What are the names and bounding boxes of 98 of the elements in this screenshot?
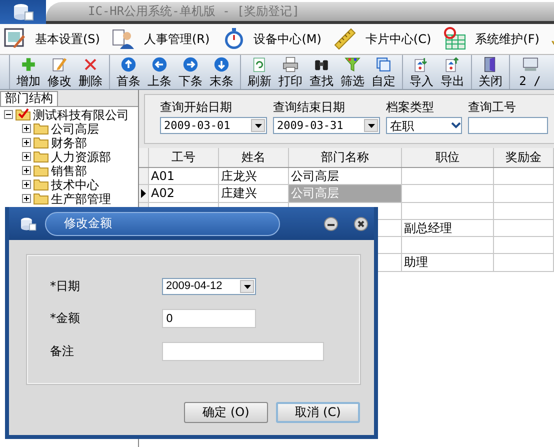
- field-label: *日期: [50, 278, 81, 295]
- table-cell: A01: [149, 168, 219, 184]
- tree-item[interactable]: 人力资源部: [51, 150, 111, 163]
- toolbar-button[interactable]: 导出: [437, 55, 468, 89]
- chevron-icon: [451, 122, 461, 130]
- arrow-right-icon: [182, 56, 199, 73]
- windows-icon: [375, 56, 392, 73]
- column-header: 职位: [402, 148, 494, 167]
- export-icon: [444, 56, 461, 73]
- toolbar-button[interactable]: 打印: [275, 55, 306, 89]
- dialog-title: 修改金额: [64, 216, 112, 231]
- menu-item[interactable]: 卡片中心(C): [333, 27, 438, 51]
- expand-icon[interactable]: [22, 124, 31, 134]
- tree-item[interactable]: 技术中心: [51, 178, 99, 191]
- database-icon: [12, 3, 34, 21]
- toolbar-button[interactable]: 查找: [306, 55, 337, 89]
- folder-icon: [33, 150, 49, 164]
- toolbar-button[interactable]: 首条: [113, 55, 144, 89]
- toolbar-button[interactable]: 删除: [75, 55, 106, 89]
- caret-icon: [244, 284, 250, 288]
- tree-item[interactable]: 生产部管理: [51, 192, 111, 205]
- column-header: 部门名称: [289, 148, 402, 167]
- input-field[interactable]: [162, 342, 324, 361]
- folder-icon: [33, 136, 49, 150]
- record-button[interactable]: 2 /: [513, 55, 547, 89]
- toolbar-button[interactable]: 下条: [175, 55, 206, 89]
- toolbar-button[interactable]: 刷新: [244, 55, 275, 89]
- date-field[interactable]: 2009-03-01: [160, 117, 267, 134]
- arrow-up-icon: [120, 56, 137, 73]
- toolbar-button[interactable]: 增加: [13, 55, 44, 89]
- person-icon: [112, 27, 136, 51]
- field-label: 查询结束日期: [273, 100, 346, 114]
- toolbar-button[interactable]: 修改: [44, 55, 75, 89]
- table-cell: A02: [149, 185, 219, 202]
- folder-icon: [33, 122, 49, 136]
- table-cell: 公司高层: [289, 168, 402, 184]
- caret-icon: [254, 124, 262, 128]
- toolbar-button[interactable]: 末条: [206, 55, 237, 89]
- toolbar-button[interactable]: 自定: [368, 55, 399, 89]
- minimize-icon[interactable]: [324, 216, 338, 230]
- tree-item[interactable]: 公司高层: [51, 122, 99, 135]
- sidebar-tab[interactable]: 部门结构: [0, 91, 58, 106]
- pencil-icon: [51, 56, 68, 73]
- search-field[interactable]: [468, 117, 548, 134]
- table-cell: 副总经理: [402, 220, 494, 236]
- window-title: IC-HR公用系统-单机版 - [奖励登记]: [88, 4, 300, 19]
- monitor-icon: [522, 56, 538, 73]
- menu-item[interactable]: 系统维护(F): [443, 27, 546, 51]
- column-header: 奖励金: [494, 148, 554, 167]
- table-icon: [443, 27, 468, 51]
- folder-icon: [33, 164, 49, 178]
- close-icon[interactable]: [354, 216, 368, 230]
- tree-item[interactable]: 测试科技有限公司: [33, 108, 129, 121]
- plus-icon: [20, 56, 37, 73]
- expand-icon[interactable]: [22, 166, 31, 176]
- row-indicator[interactable]: [139, 185, 149, 202]
- field-label: 查询工号: [468, 100, 517, 114]
- date-field[interactable]: 2009-03-31: [273, 117, 380, 134]
- row-pointer-icon: [141, 188, 146, 198]
- toolbar-button[interactable]: 关闭: [475, 55, 506, 89]
- arrow-left-icon: [151, 56, 168, 73]
- table-cell: 助理: [402, 254, 494, 271]
- field-label: 档案类型: [386, 100, 435, 114]
- column-header: 工号: [149, 148, 219, 167]
- import-icon: [413, 56, 430, 73]
- arrow-down-icon: [213, 56, 230, 73]
- column-header: 姓名: [219, 148, 289, 167]
- tree-item[interactable]: 销售部: [51, 164, 87, 177]
- window-icon: [3, 27, 27, 51]
- expand-icon[interactable]: [22, 138, 31, 148]
- refresh-icon: [251, 56, 268, 73]
- table-cell: 庄龙兴: [219, 168, 289, 184]
- menu-item[interactable]: 设备中心(M): [222, 27, 328, 51]
- menu-item[interactable]: 人事管理(R): [112, 27, 216, 51]
- input-field[interactable]: 0: [162, 309, 256, 328]
- field-label: *金额: [50, 310, 81, 328]
- date-field[interactable]: 2009-04-12: [162, 278, 256, 295]
- caret-icon: [368, 124, 374, 128]
- checked-folder-icon: [15, 108, 31, 122]
- ruler-icon: [333, 27, 358, 51]
- expand-icon[interactable]: [22, 152, 31, 162]
- menu-item[interactable]: 基本设置(S): [3, 27, 106, 51]
- collapse-icon[interactable]: [4, 110, 13, 120]
- table-cell: 公司高层: [289, 185, 402, 202]
- field-label: 备注: [50, 343, 75, 360]
- expand-icon[interactable]: [22, 194, 31, 204]
- expand-icon[interactable]: [22, 180, 31, 190]
- database-icon: [19, 216, 37, 230]
- funnel-icon: [344, 56, 361, 73]
- tree-item[interactable]: 财务部: [51, 136, 87, 149]
- toolbar-button[interactable]: 上条: [144, 55, 175, 89]
- select-field[interactable]: 在职: [386, 117, 462, 134]
- field-label: 查询开始日期: [160, 100, 233, 114]
- dialog-button[interactable]: 确定 (O): [184, 402, 268, 423]
- toolbar-button[interactable]: 导入: [406, 55, 437, 89]
- folder-icon: [33, 178, 49, 192]
- toolbar-button[interactable]: 筛选: [337, 55, 368, 89]
- dialog-button[interactable]: 取消 (C): [276, 402, 360, 423]
